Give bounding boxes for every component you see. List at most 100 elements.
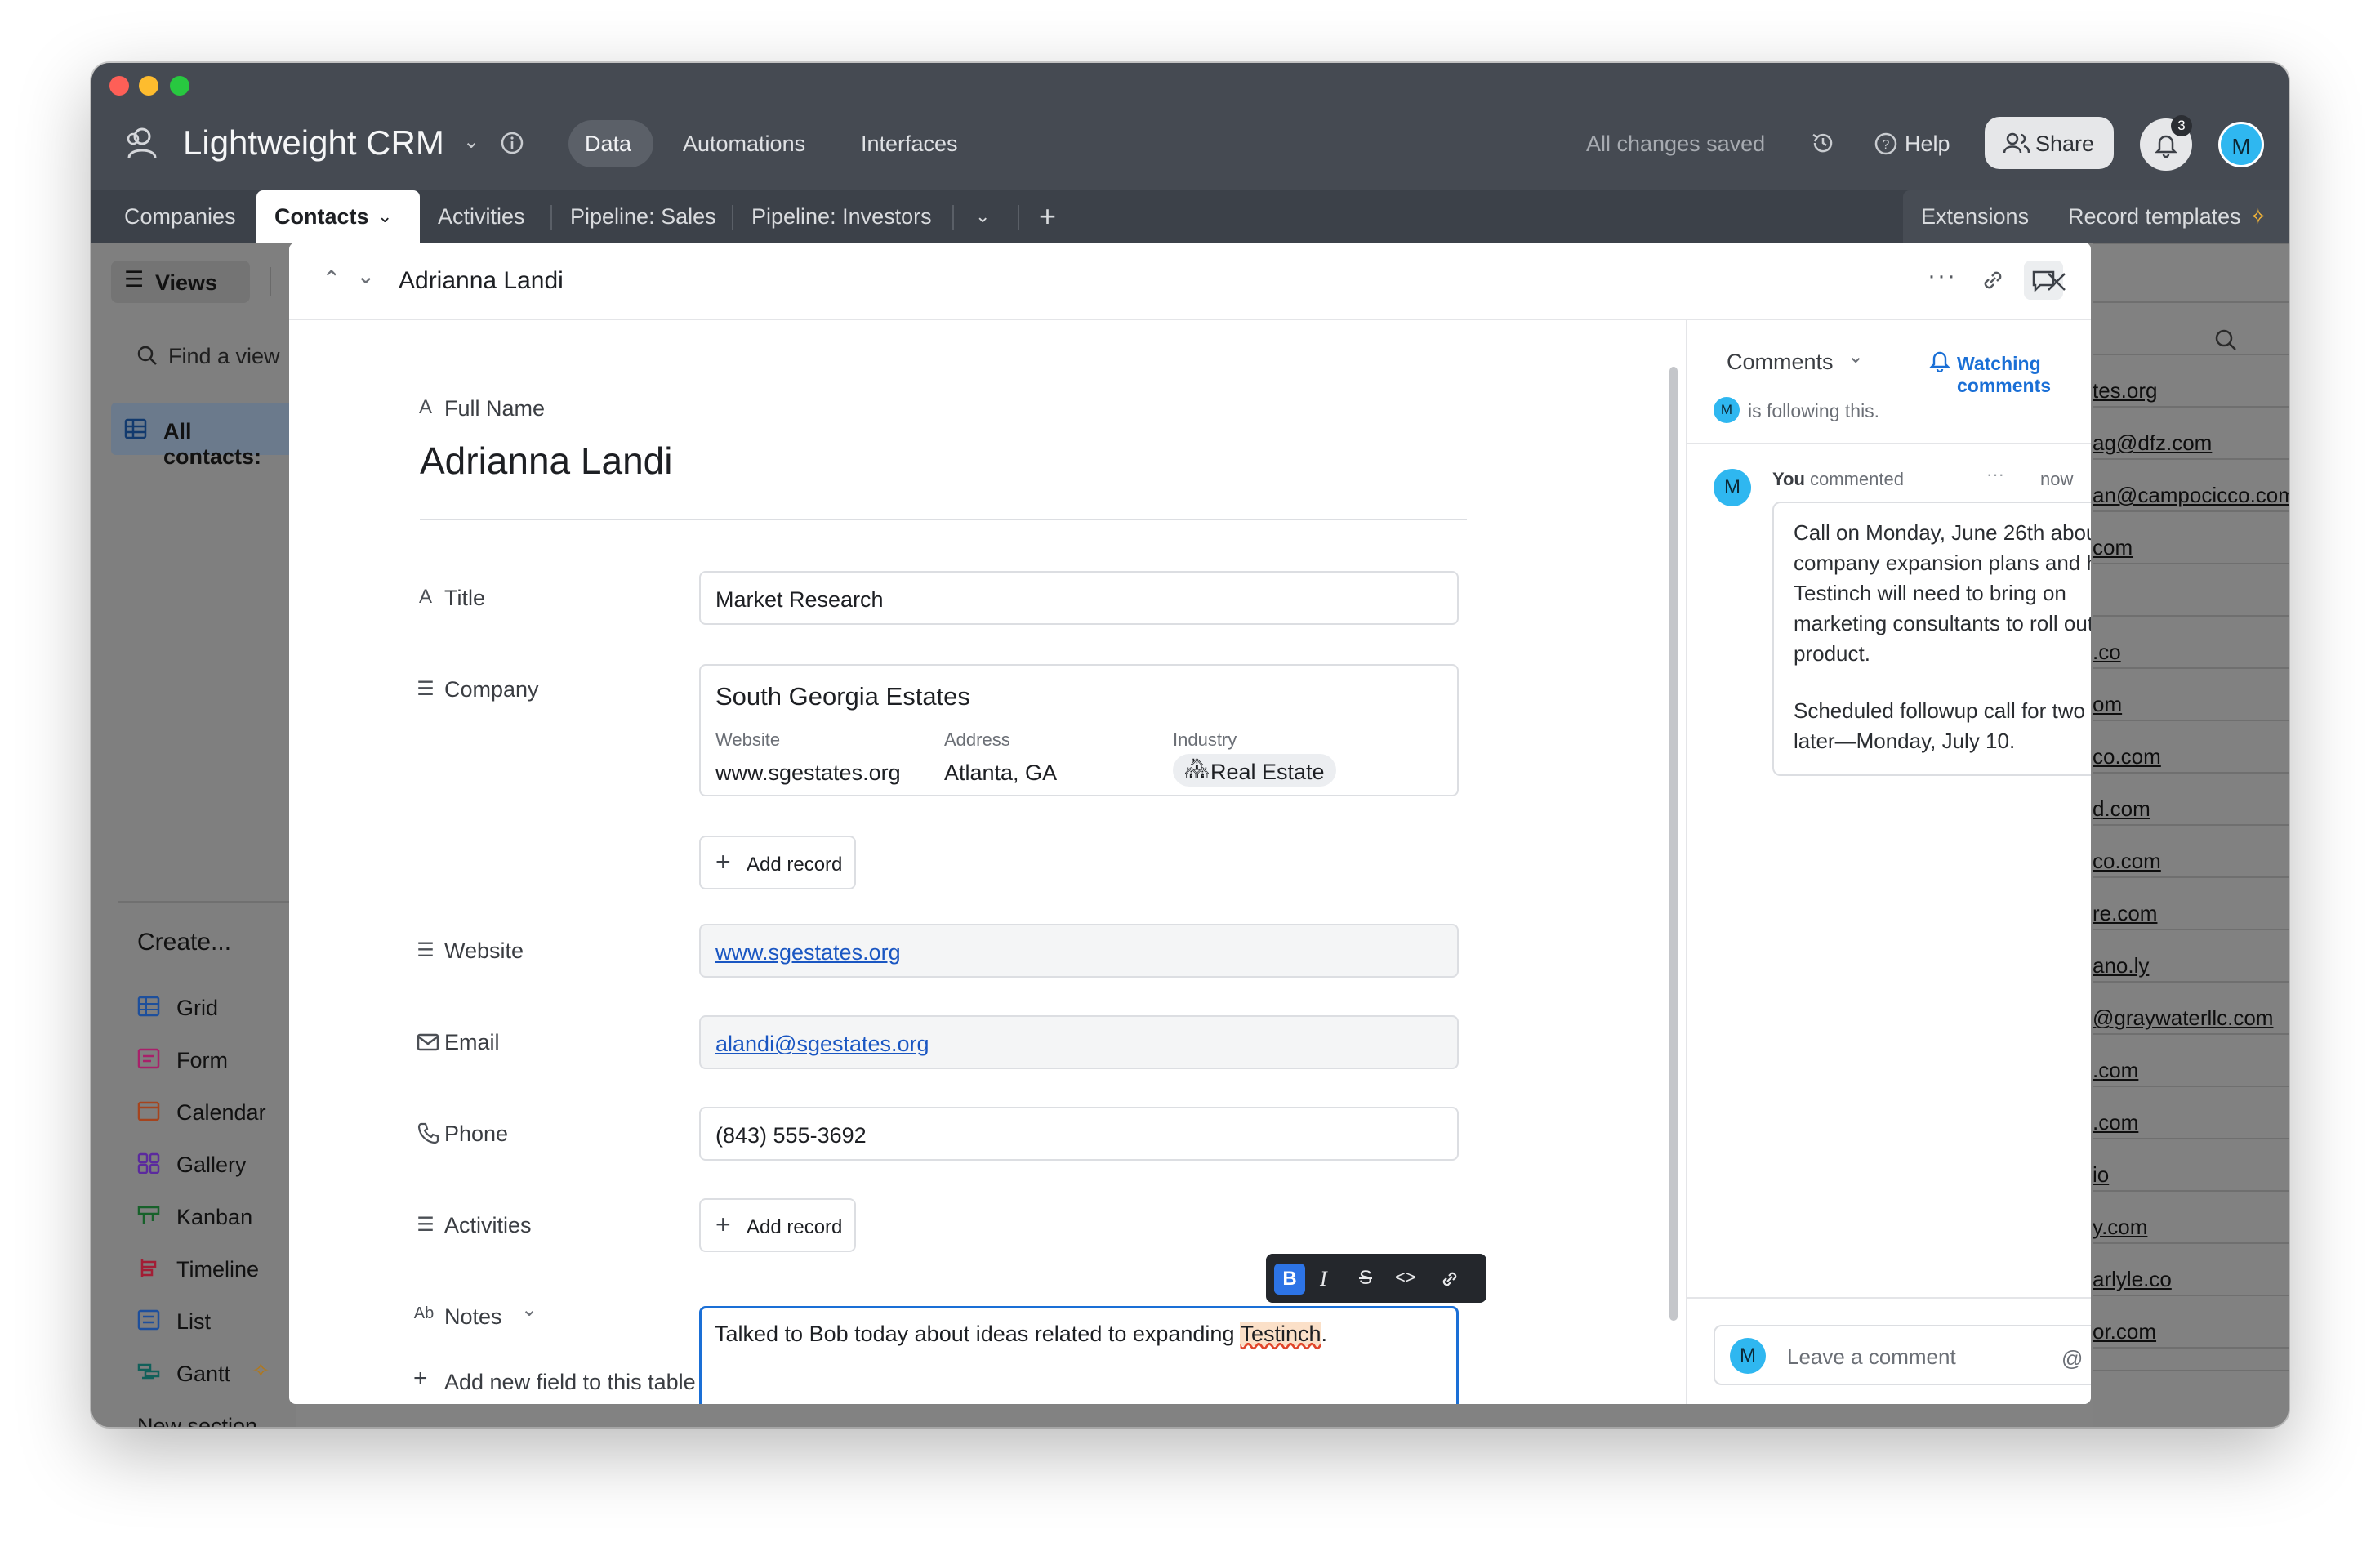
add-activity-record-button[interactable]: + Add record [699,1198,856,1252]
comments-chevron-down-icon[interactable]: ⌄ [1847,345,1864,368]
tab-activities[interactable]: Activities [438,190,525,243]
copy-link-icon[interactable] [1980,267,2006,293]
industry-emoji: 🏘 [1184,758,1210,780]
maximize-window-icon[interactable] [170,76,189,96]
help-icon[interactable]: ? [1874,132,1898,156]
grid-row-line [2093,1347,2289,1349]
grid-search-icon[interactable] [2213,328,2238,352]
tab-companies[interactable]: Companies [124,190,236,243]
add-field-plus-icon: + [413,1365,428,1392]
sparkle-icon: ✧ [2249,204,2267,229]
title-chevron-down-icon[interactable]: ⌄ [463,130,479,154]
title-field[interactable]: Market Research [699,571,1459,625]
url-field-icon: ☰ [417,939,435,961]
grid-cell-link[interactable]: .com [2093,1058,2289,1083]
create-calendar[interactable]: Calendar [176,1100,266,1126]
find-view-input[interactable]: Find a view [168,344,280,369]
help-button[interactable]: Help [1905,132,1950,157]
notes-field[interactable]: Talked to Bob today about ideas related … [699,1306,1459,1404]
grid-cell-link[interactable]: an@campocicco.com [2093,483,2289,508]
comments-filter-dropdown[interactable]: Comments [1727,350,1834,375]
phone-field[interactable]: (843) 555-3692 [699,1107,1459,1161]
new-section-button[interactable]: New section [137,1414,257,1427]
text-field-icon: A [418,396,432,418]
add-table-plus-icon[interactable]: + [1039,190,1056,243]
grid-cell-link[interactable]: ag@dfz.com [2093,430,2289,456]
grid-cell-link[interactable]: y.com [2093,1215,2289,1240]
active-view-label: All contacts: [163,419,262,469]
activities-label: Activities [444,1213,532,1237]
strikethrough-button[interactable]: S [1359,1267,1372,1290]
app-title[interactable]: Lightweight CRM [183,123,444,163]
grid-cell-link[interactable]: om [2093,692,2289,717]
nav-tab-automations[interactable]: Automations [683,132,805,157]
create-kanban[interactable]: Kanban [176,1205,252,1230]
grid-cell-link[interactable]: @graywaterllc.com [2093,1005,2289,1031]
history-icon[interactable] [1810,130,1836,156]
code-button[interactable]: <> [1395,1267,1416,1288]
grid-cell-link[interactable]: d.com [2093,796,2289,822]
grid-cell-link[interactable]: co.com [2093,849,2289,874]
add-new-field-button[interactable]: Add new field to this table [444,1370,696,1395]
notes-misspelled-word[interactable]: Testinch [1240,1322,1321,1346]
long-text-icon: Ab [413,1304,435,1322]
record-scrollbar[interactable] [1669,367,1678,1321]
close-window-icon[interactable] [109,76,129,96]
add-record-label: Add record [747,854,843,876]
more-tabs-chevron-icon[interactable]: ⌄ [975,190,990,243]
tab-contacts-chevron-icon[interactable]: ⌄ [377,190,392,243]
app-window: Lightweight CRM ⌄ Data Automations Inter… [91,63,2289,1427]
grid-cell-link[interactable]: com [2093,535,2289,560]
full-name-value[interactable]: Adrianna Landi [420,439,672,483]
email-field[interactable]: alandi@sgestates.org [699,1015,1459,1069]
grid-cell-link[interactable]: arlyle.co [2093,1267,2289,1292]
create-timeline[interactable]: Timeline [176,1257,259,1282]
grid-cell-link[interactable]: .co [2093,640,2289,665]
record-templates-button[interactable]: Record templates [2068,190,2241,243]
link-button-icon[interactable] [1439,1268,1460,1290]
add-company-record-button[interactable]: + Add record [699,836,856,889]
notes-chevron-down-icon[interactable]: ⌄ [521,1298,537,1322]
company-industry-label: Industry [1173,729,1237,750]
more-options-icon[interactable]: ··· [1928,262,1957,290]
previous-record-chevron-icon[interactable]: ⌃ [322,265,341,292]
grid-row-line [2093,1086,2289,1087]
grid-cell-link[interactable]: tes.org [2093,378,2289,403]
grid-cell-link[interactable]: ano.ly [2093,953,2289,979]
italic-button[interactable]: I [1320,1267,1327,1291]
grid-row-line [2093,243,2289,244]
extensions-button[interactable]: Extensions [1921,190,2029,243]
close-modal-icon[interactable] [2045,270,2068,293]
minimize-window-icon[interactable] [139,76,158,96]
grid-cell-link[interactable]: or.com [2093,1319,2289,1344]
mention-at-icon[interactable]: @ [2061,1346,2083,1371]
grid-cell-link[interactable]: re.com [2093,901,2289,926]
tab-pipeline-sales[interactable]: Pipeline: Sales [570,190,716,243]
email-link[interactable]: alandi@sgestates.org [715,1032,929,1057]
website-link[interactable]: www.sgestates.org [715,940,901,965]
create-gantt[interactable]: Gantt [176,1362,230,1387]
nav-tab-interfaces[interactable]: Interfaces [861,132,958,157]
create-form[interactable]: Form [176,1048,228,1073]
bold-button[interactable]: B [1274,1264,1305,1295]
info-icon[interactable] [500,131,524,155]
next-record-chevron-icon[interactable]: ⌄ [356,262,375,289]
create-list[interactable]: List [176,1309,211,1335]
create-grid[interactable]: Grid [176,996,218,1021]
tab-pipeline-investors[interactable]: Pipeline: Investors [751,190,932,243]
grid-cell-link[interactable]: io [2093,1162,2289,1188]
grid-cell-link[interactable]: .com [2093,1110,2289,1135]
form-icon [137,1048,160,1069]
company-linked-card[interactable]: South Georgia Estates Website www.sgesta… [699,664,1459,796]
company-label: Company [444,677,539,702]
website-field[interactable]: www.sgestates.org [699,924,1459,978]
comment-time: now [2040,469,2074,489]
user-avatar[interactable]: M [2218,122,2264,167]
watching-comments-button[interactable]: Watching comments [1957,353,2091,397]
phone-label: Phone [444,1121,509,1146]
create-gallery[interactable]: Gallery [176,1152,247,1178]
comment-more-icon[interactable]: ··· [1986,464,2004,485]
notes-label: Notes [444,1304,502,1329]
grid-cell-link[interactable]: co.com [2093,744,2289,769]
share-button-label: Share [2035,132,2095,156]
